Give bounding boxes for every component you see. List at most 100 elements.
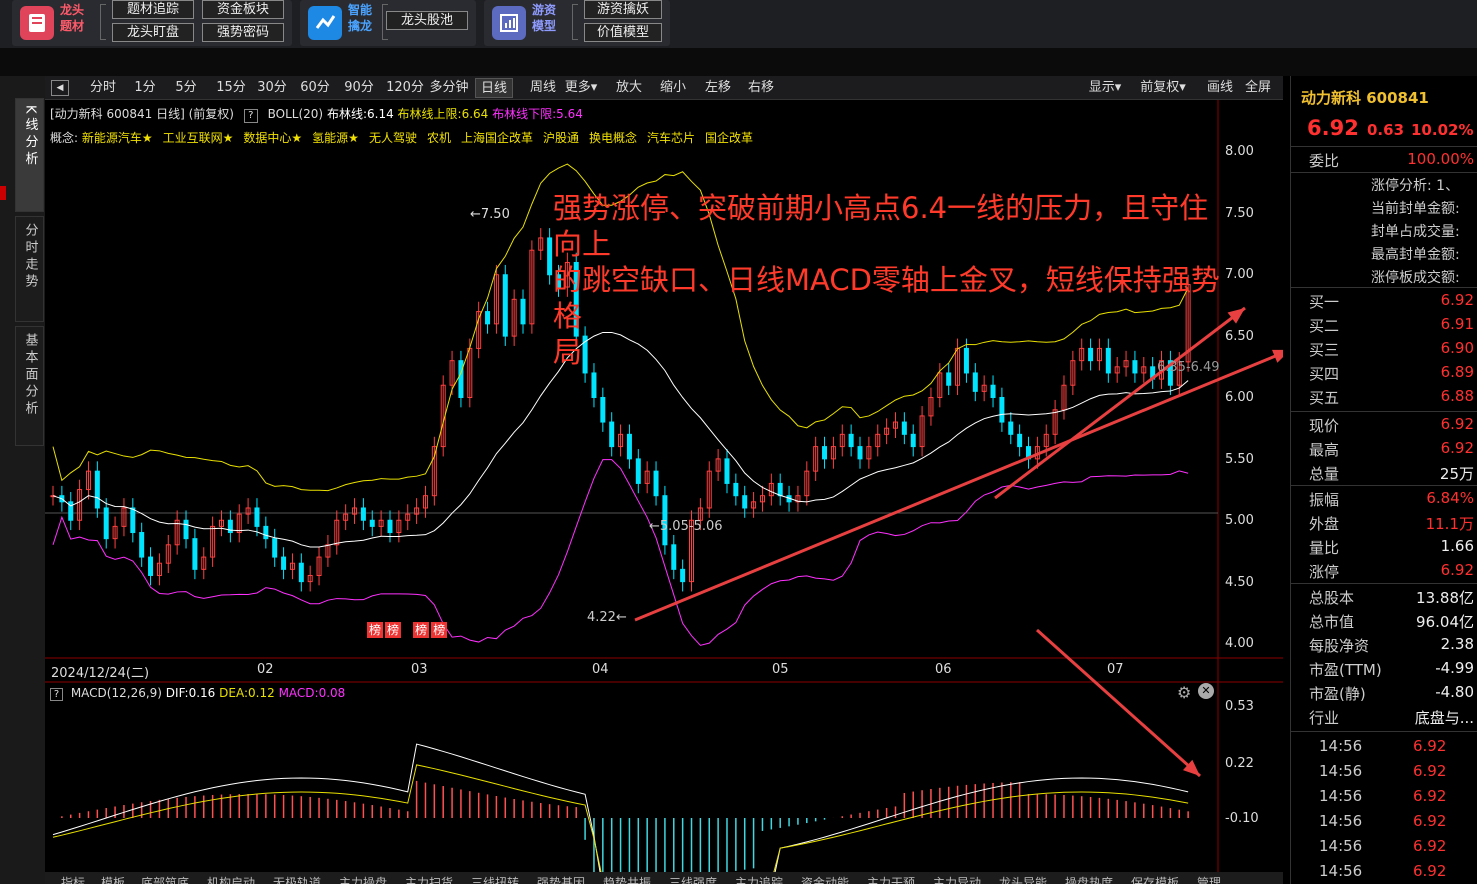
period-6[interactable]: 90分 xyxy=(340,78,378,98)
bottom-tab[interactable]: 管理 xyxy=(1197,874,1221,884)
tick-row: 14:56 6.92 xyxy=(1319,787,1447,805)
toolbar-right-0[interactable]: 显示▾ xyxy=(1081,78,1129,98)
toolbar-right-1[interactable]: 前复权▾ xyxy=(1133,78,1193,98)
quote-row: 最高 6.92 xyxy=(1309,439,1474,459)
bottom-tab[interactable]: 主力操盘 xyxy=(339,874,387,884)
btn-zijin-bankuai[interactable]: 资金板块 xyxy=(202,0,284,19)
y-tick-label: 5.50 xyxy=(1225,451,1254,467)
collapse-icon[interactable]: ◀ xyxy=(51,80,69,96)
quote-row: 买四 6.89 xyxy=(1309,363,1474,383)
quote-row: 量比 1.66 xyxy=(1309,537,1474,557)
macd-y-label: 0.53 xyxy=(1225,699,1254,714)
period-15[interactable]: 右移 xyxy=(743,78,779,98)
top-bar: 龙头 题材 题材追踪 资金板块 龙头盯盘 强势密码 智能 擒龙 龙头股池 游资 模型 … xyxy=(0,0,1477,48)
btn-jiazhi-moxing[interactable]: 价值模型 xyxy=(584,23,662,42)
period-5[interactable]: 60分 xyxy=(296,78,334,98)
bottom-tab[interactable]: 三线扭转 xyxy=(471,874,519,884)
candle-body xyxy=(680,568,686,583)
bottom-tab[interactable]: 无极轨道 xyxy=(273,874,321,884)
period-2[interactable]: 5分 xyxy=(168,78,204,98)
limit-info-line: 涨停板成交额: xyxy=(1371,270,1460,286)
bottom-tab[interactable]: 模板 xyxy=(101,874,125,884)
limit-info-line: 当前封单金额: xyxy=(1371,201,1460,217)
period-7[interactable]: 120分 xyxy=(386,78,424,98)
x-tick-label: 05 xyxy=(772,662,789,677)
bottom-tab[interactable]: 主力追踪 xyxy=(735,874,783,884)
candle-body xyxy=(227,519,233,534)
candle-body xyxy=(139,532,145,558)
candle-body xyxy=(1017,433,1023,448)
bottom-tab[interactable]: 主力干预 xyxy=(867,874,915,884)
candle-body xyxy=(360,507,366,521)
candle-body xyxy=(635,458,641,484)
toolbar-right-3[interactable]: 全屏 xyxy=(1241,78,1275,98)
group-name: 龙头 题材 xyxy=(60,3,85,33)
bottom-tab[interactable]: 保存模板 xyxy=(1131,874,1179,884)
quote-row: 总市值 96.04亿 xyxy=(1309,613,1474,631)
bottom-tab[interactable]: 机构启动 xyxy=(207,874,255,884)
btn-longtou-guchi[interactable]: 龙头股池 xyxy=(386,11,468,30)
period-13[interactable]: 缩小 xyxy=(655,78,691,98)
tab-jibenmian[interactable]: 基本面分析 xyxy=(15,326,44,446)
btn-ticai-zhuizong[interactable]: 题材追踪 xyxy=(112,0,194,19)
period-14[interactable]: 左移 xyxy=(700,78,736,98)
help-icon[interactable]: ? xyxy=(50,688,63,701)
candle-body xyxy=(369,519,375,527)
bottom-tab[interactable]: 指标 xyxy=(61,874,85,884)
analysis-annotation: 强势涨停、突破前期小高点6.4一线的压力，且守住向上 的跳空缺口、日线MACD零… xyxy=(553,191,1220,369)
quote-row: 市盈(TTM) -4.99 xyxy=(1309,659,1474,679)
tab-kline[interactable]: K线分析 xyxy=(15,98,44,212)
quote-row: 行业 底盘与... xyxy=(1309,709,1474,727)
candle-body xyxy=(520,298,526,325)
candle-body xyxy=(857,446,863,460)
bottom-tab[interactable]: 主力扫货 xyxy=(405,874,453,884)
group-zhineng: 智能 擒龙 龙头股池 xyxy=(300,0,476,46)
y-tick-label: 7.50 xyxy=(1225,205,1254,221)
quote-row: 现价 6.92 xyxy=(1309,415,1474,435)
close-icon[interactable]: ✕ xyxy=(1198,683,1214,699)
app-root: 龙头 题材 题材追踪 资金板块 龙头盯盘 强势密码 智能 擒龙 龙头股池 游资 模型 … xyxy=(0,0,1477,884)
btn-youzi-qinyao[interactable]: 游资擒妖 xyxy=(584,0,662,19)
period-11[interactable]: 更多▾ xyxy=(561,78,601,98)
bottom-tab[interactable]: 趋势共振 xyxy=(603,874,651,884)
period-10[interactable]: 周线 xyxy=(524,78,562,98)
toolbar-right-2[interactable]: 画线 xyxy=(1205,78,1235,98)
candle-body xyxy=(999,397,1005,423)
bottom-tab[interactable]: 资金动能 xyxy=(801,874,849,884)
trend-arrow-3 xyxy=(1035,628,1202,778)
period-3[interactable]: 15分 xyxy=(211,78,251,98)
bottom-tab[interactable]: 三线强度 xyxy=(669,874,717,884)
period-1[interactable]: 1分 xyxy=(127,78,163,98)
macd-header: ? MACD(12,26,9) DIF:0.16 DEA:0.12 MACD:0… xyxy=(50,686,345,701)
quote-row: 总量 25万 xyxy=(1309,465,1474,483)
quote-row: 外盘 11.1万 xyxy=(1309,515,1474,533)
quote-row: 振幅 6.84% xyxy=(1309,489,1474,509)
y-tick-label: 7.00 xyxy=(1225,267,1254,282)
kline-chart[interactable]: [动力新科 600841 日线] (前复权) ? BOLL(20) 布林线:6.… xyxy=(45,100,1283,884)
settings-gear-icon[interactable]: ⚙ xyxy=(1177,683,1191,702)
bang-badges: 榜榜 榜榜 xyxy=(367,622,448,638)
tick-row: 14:56 6.92 xyxy=(1319,837,1447,855)
y-tick-label: 4.50 xyxy=(1225,574,1254,590)
candle-body xyxy=(254,507,260,527)
bottom-tab[interactable]: 主力异动 xyxy=(933,874,981,884)
period-0[interactable]: 分时 xyxy=(83,78,123,98)
bottom-indicator-tabs: 指标 模板 底部筑底 机构启动 无极轨道 主力操盘 主力扫货 三线扭转 强势基因 趋势共振 三线强度… xyxy=(45,872,1283,884)
candle-body xyxy=(600,397,606,423)
bottom-tab[interactable]: 强势基因 xyxy=(537,874,585,884)
period-9[interactable]: 日线 xyxy=(475,78,513,98)
gap-mark-2: 6.35-6.49 xyxy=(1157,360,1220,375)
bottom-tab[interactable]: 底部筑底 xyxy=(141,874,189,884)
btn-longtou-dingpan[interactable]: 龙头盯盘 xyxy=(112,23,194,42)
low-mark: 4.22← xyxy=(587,610,627,625)
period-4[interactable]: 30分 xyxy=(253,78,291,98)
period-8[interactable]: 多分钟 xyxy=(429,78,469,98)
bottom-tab[interactable]: 操盘热度 xyxy=(1065,874,1113,884)
period-12[interactable]: 放大 xyxy=(611,78,647,98)
tick-row: 14:56 6.92 xyxy=(1319,812,1447,830)
tab-fenshi[interactable]: 分时走势 xyxy=(15,216,44,322)
candle-body xyxy=(94,470,100,509)
bottom-tab[interactable]: 龙头异能 xyxy=(999,874,1047,884)
group-longtou: 龙头 题材 题材追踪 资金板块 龙头盯盘 强势密码 xyxy=(12,0,292,46)
btn-qiangshi-mima[interactable]: 强势密码 xyxy=(202,23,284,42)
